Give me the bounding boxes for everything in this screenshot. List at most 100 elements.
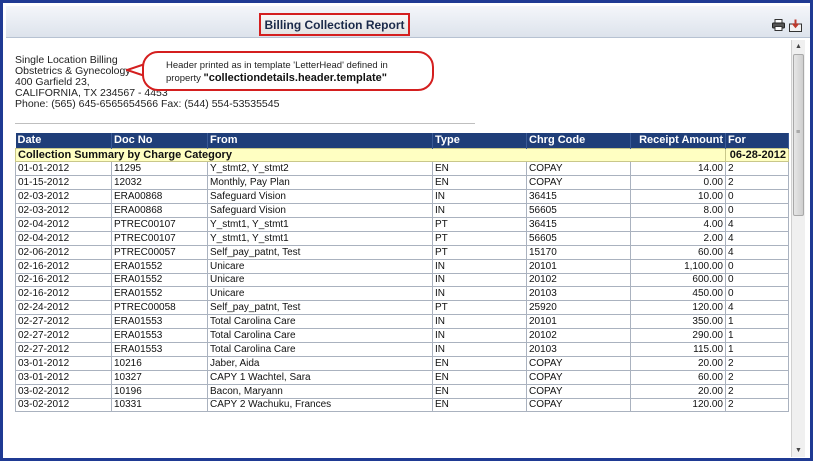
table-row: 02-27-2012 ERA01553 Total Carolina Care IN 2…	[15, 341, 789, 357]
for-cell: 1	[725, 328, 789, 343]
date-cell: 02-16-2012	[15, 286, 112, 302]
scrollbar-thumb[interactable]: ≡	[793, 54, 804, 216]
for-cell: 2	[725, 175, 789, 191]
table-row: 02-03-2012 ERA00868 Safeguard Vision IN 3641…	[15, 189, 789, 205]
doc-no-cell: PTREC00057	[111, 244, 208, 260]
from-cell: Total Carolina Care	[207, 328, 433, 343]
doc-no-cell: ERA01553	[111, 328, 208, 343]
column-header-doc-no: Doc No	[111, 133, 208, 148]
report-content: Single Location Billing Obstetrics & Gyn…	[6, 39, 795, 458]
date-cell: 03-02-2012	[15, 397, 112, 413]
table-row: 01-01-2012 11295 Y_stmt2, Y_stmt2 EN COPAY 14…	[15, 161, 789, 177]
type-cell: IN	[432, 314, 527, 330]
receipt-amount-cell: 8.00	[630, 203, 726, 218]
doc-no-cell: ERA01552	[111, 286, 208, 302]
for-cell: 0	[725, 272, 789, 288]
from-cell: Monthly, Pay Plan	[207, 175, 433, 191]
receipt-amount-cell: 20.00	[630, 383, 726, 399]
from-cell: Self_pay_patnt, Test	[207, 244, 433, 260]
doc-no-cell: ERA00868	[111, 189, 208, 205]
header-template-callout: Header printed as in template 'LetterHea…	[142, 51, 434, 91]
doc-no-cell: PTREC00107	[111, 216, 208, 232]
date-cell: 03-01-2012	[15, 369, 112, 385]
date-cell: 02-04-2012	[15, 216, 112, 232]
for-cell: 2	[725, 369, 789, 385]
doc-no-cell: ERA01553	[111, 314, 208, 330]
for-cell: 4	[725, 230, 789, 246]
receipt-amount-cell: 60.00	[630, 244, 726, 260]
date-cell: 02-24-2012	[15, 300, 112, 316]
doc-no-cell: ERA00868	[111, 203, 208, 218]
for-cell: 4	[725, 300, 789, 316]
receipt-amount-cell: 14.00	[630, 161, 726, 177]
collection-table: Date Doc No From Type Chrg Code Receipt …	[15, 133, 789, 413]
chrg-code-cell: 36415	[526, 216, 631, 232]
type-cell: EN	[432, 161, 527, 177]
type-cell: IN	[432, 272, 527, 288]
from-cell: Unicare	[207, 286, 433, 302]
chrg-code-cell: 15170	[526, 244, 631, 260]
receipt-amount-cell: 350.00	[630, 314, 726, 330]
chrg-code-cell: COPAY	[526, 383, 631, 399]
callout-text: Header printed as in template 'LetterHea…	[166, 60, 388, 71]
receipt-amount-cell: 290.00	[630, 328, 726, 343]
type-cell: IN	[432, 286, 527, 302]
date-cell: 02-03-2012	[15, 189, 112, 205]
from-cell: Y_stmt1, Y_stmt1	[207, 230, 433, 246]
doc-no-cell: PTREC00107	[111, 230, 208, 246]
for-cell: 1	[725, 341, 789, 357]
date-cell: 01-15-2012	[15, 175, 112, 191]
date-cell: 02-03-2012	[15, 203, 112, 218]
grip-icon: ≡	[796, 129, 801, 136]
date-cell: 02-27-2012	[15, 328, 112, 343]
for-cell: 1	[725, 314, 789, 330]
date-cell: 01-01-2012	[15, 161, 112, 177]
printer-icon[interactable]	[771, 18, 785, 32]
summary-row: Collection Summary by Charge Category 06…	[15, 147, 789, 163]
receipt-amount-cell: 0.00	[630, 175, 726, 191]
type-cell: IN	[432, 258, 527, 274]
table-row: 02-16-2012 ERA01552 Unicare IN 20101 1,100.00…	[15, 258, 789, 274]
table-row: 02-03-2012 ERA00868 Safeguard Vision IN 5660…	[15, 203, 789, 218]
table-row: 03-01-2012 10327 CAPY 1 Wachtel, Sara EN COP…	[15, 369, 789, 385]
report-title: Billing Collection Report	[259, 13, 410, 36]
doc-no-cell: 12032	[111, 175, 208, 191]
receipt-amount-cell: 120.00	[630, 300, 726, 316]
from-cell: Jaber, Aida	[207, 355, 433, 371]
for-cell: 4	[725, 244, 789, 260]
receipt-amount-cell: 10.00	[630, 189, 726, 205]
receipt-amount-cell: 20.00	[630, 355, 726, 371]
from-cell: Self_pay_patnt, Test	[207, 300, 433, 316]
column-header-for: For	[725, 133, 789, 148]
callout-text: property	[166, 73, 201, 84]
type-cell: PT	[432, 216, 527, 232]
receipt-amount-cell: 450.00	[630, 286, 726, 302]
from-cell: Total Carolina Care	[207, 341, 433, 357]
column-header-date: Date	[15, 133, 112, 148]
for-cell: 0	[725, 286, 789, 302]
type-cell: EN	[432, 383, 527, 399]
type-cell: IN	[432, 189, 527, 205]
scroll-down-arrow-icon[interactable]: ▼	[795, 447, 802, 454]
table-row: 02-04-2012 PTREC00107 Y_stmt1, Y_stmt1 PT 36…	[15, 216, 789, 232]
vertical-scrollbar[interactable]: ▲ ≡ ▼	[791, 40, 805, 457]
type-cell: IN	[432, 341, 527, 357]
table-row: 03-02-2012 10331 CAPY 2 Wachuku, Frances EN…	[15, 397, 789, 413]
table-row: 03-01-2012 10216 Jaber, Aida EN COPAY 20.00 2	[15, 355, 789, 371]
receipt-amount-cell: 2.00	[630, 230, 726, 246]
export-icon[interactable]	[788, 18, 802, 32]
chrg-code-cell: 20102	[526, 272, 631, 288]
table-row: 02-27-2012 ERA01553 Total Carolina Care IN 2…	[15, 328, 789, 343]
receipt-amount-cell: 60.00	[630, 369, 726, 385]
for-cell: 2	[725, 355, 789, 371]
from-cell: CAPY 2 Wachuku, Frances	[207, 397, 433, 413]
chrg-code-cell: 56605	[526, 203, 631, 218]
for-cell: 0	[725, 203, 789, 218]
chrg-code-cell: 20101	[526, 314, 631, 330]
scroll-up-arrow-icon[interactable]: ▲	[795, 43, 802, 50]
chrg-code-cell: COPAY	[526, 161, 631, 177]
chrg-code-cell: COPAY	[526, 355, 631, 371]
receipt-amount-cell: 600.00	[630, 272, 726, 288]
table-row: 02-04-2012 PTREC00107 Y_stmt1, Y_stmt1 PT 56…	[15, 230, 789, 246]
from-cell: Y_stmt1, Y_stmt1	[207, 216, 433, 232]
